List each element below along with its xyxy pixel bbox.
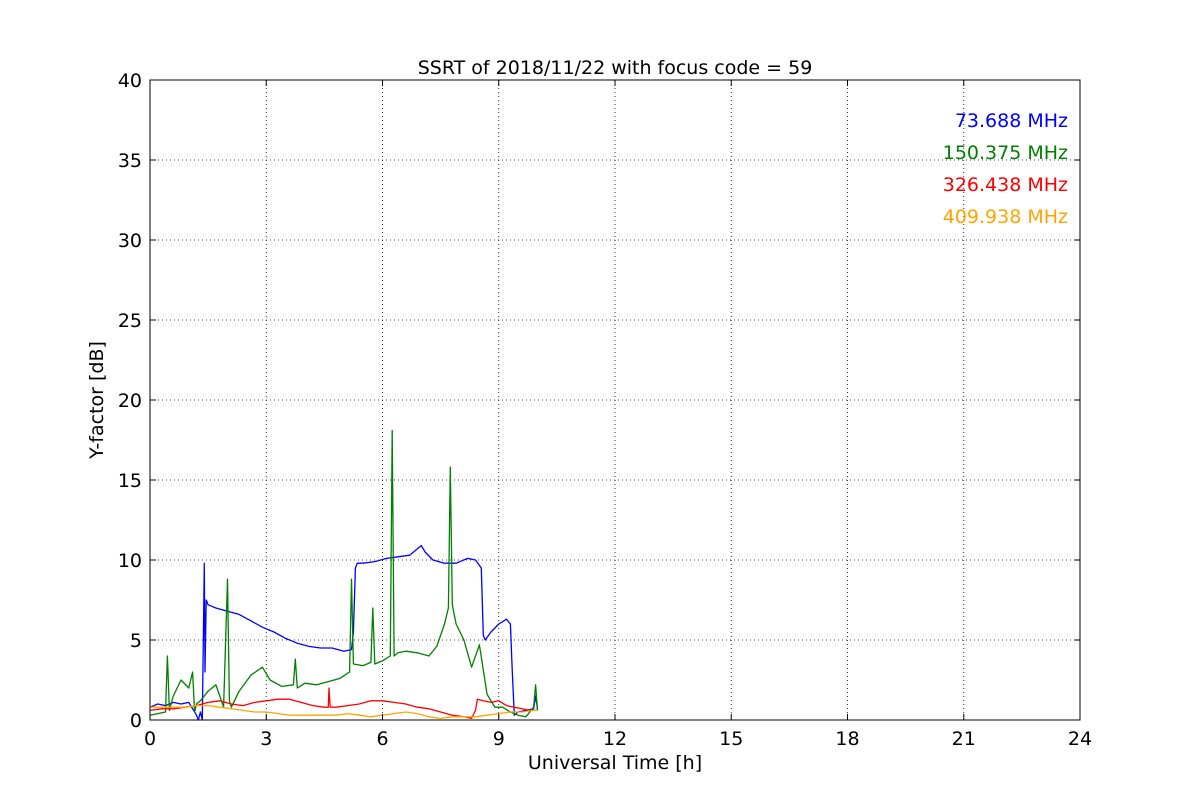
x-axis-label: Universal Time [h] (528, 752, 702, 774)
x-tick-label: 3 (260, 728, 272, 750)
x-tick-label: 21 (952, 728, 976, 750)
y-tick-label: 5 (130, 630, 142, 652)
chart-title: SSRT of 2018/11/22 with focus code = 59 (418, 57, 813, 79)
chart: 0 3 6 9 12 15 18 21 24 0 5 10 15 20 25 30 35 40 SSRT of 2… (0, 0, 1200, 800)
legend-entry: 409.938 MHz (943, 206, 1068, 228)
y-tick-label: 20 (118, 390, 142, 412)
y-tick-label: 30 (118, 230, 142, 252)
y-tick-label: 35 (118, 150, 142, 172)
y-tick-label: 25 (118, 310, 142, 332)
y-tick-label: 10 (118, 550, 142, 572)
legend-entry: 150.375 MHz (943, 142, 1068, 164)
y-tick-label: 0 (130, 710, 142, 732)
x-tick-label: 15 (719, 728, 743, 750)
x-tick-label: 24 (1068, 728, 1092, 750)
y-axis-label: Y-factor [dB] (86, 341, 108, 460)
y-tick-label: 15 (118, 470, 142, 492)
y-tick-label: 40 (118, 70, 142, 92)
legend-entry: 326.438 MHz (943, 174, 1068, 196)
x-tick-label: 12 (603, 728, 627, 750)
x-tick-label: 9 (493, 728, 505, 750)
x-tick-label: 18 (835, 728, 859, 750)
x-tick-label: 0 (144, 728, 156, 750)
x-tick-label: 6 (376, 728, 388, 750)
legend-entry: 73.688 MHz (955, 110, 1068, 132)
